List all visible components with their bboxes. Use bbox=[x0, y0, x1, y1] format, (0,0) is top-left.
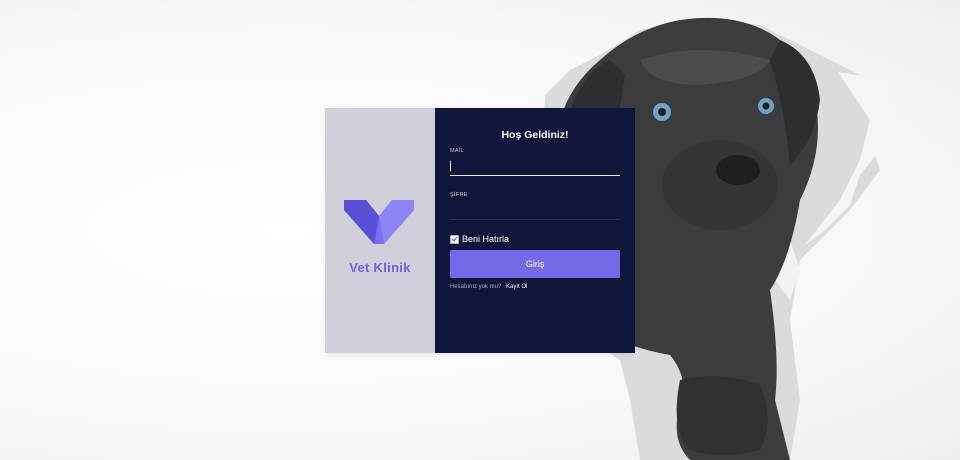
brand-panel: Vet Klinik bbox=[325, 108, 435, 353]
remember-me[interactable]: Beni Hatırla bbox=[450, 234, 509, 244]
login-card: Vet Klinik Hoş Geldiniz! MAİL ŞİFRE Beni… bbox=[325, 108, 635, 353]
signup-row: Hesabınız yok mu? Kayıt Ol bbox=[450, 284, 527, 290]
password-label: ŞİFRE bbox=[450, 192, 468, 198]
welcome-title: Hoş Geldiniz! bbox=[501, 129, 569, 141]
v-heart-logo-icon bbox=[344, 200, 414, 244]
remember-checkbox[interactable] bbox=[450, 234, 459, 244]
password-input[interactable] bbox=[450, 202, 620, 220]
mail-input[interactable] bbox=[450, 158, 620, 176]
login-button[interactable]: Giriş bbox=[450, 250, 620, 278]
mail-label: MAİL bbox=[450, 148, 465, 154]
brand-name: Vet Klinik bbox=[349, 260, 411, 275]
remember-label: Beni Hatırla bbox=[462, 234, 510, 244]
no-account-text: Hesabınız yok mu? bbox=[450, 284, 502, 290]
signup-link[interactable]: Kayıt Ol bbox=[506, 284, 527, 290]
login-form: Hoş Geldiniz! MAİL ŞİFRE Beni Hatırla Gi… bbox=[435, 108, 635, 353]
text-cursor bbox=[450, 161, 451, 171]
